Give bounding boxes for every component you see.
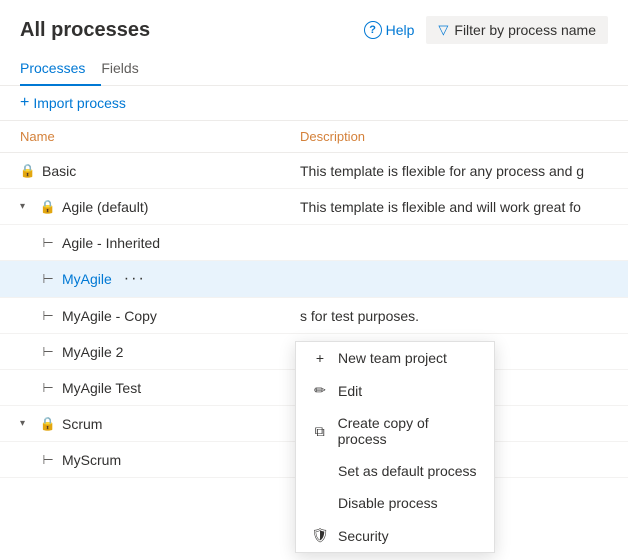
tree-icon: ⊢ [40, 344, 56, 360]
tree-icon: ⊢ [40, 380, 56, 396]
process-name: MyAgile - Copy [62, 308, 157, 324]
lock-icon: 🔒 [40, 199, 56, 215]
menu-item-edit[interactable]: ✏ Edit [296, 374, 494, 407]
filter-icon: ▽ [438, 22, 448, 38]
plus-icon: + [20, 94, 29, 112]
tab-fields[interactable]: Fields [101, 52, 154, 86]
process-row[interactable]: ⊢ MyAgile - Copy s for test purposes. [0, 298, 628, 334]
menu-item-label: Set as default process [338, 463, 477, 479]
import-process-button[interactable]: + Import process [20, 94, 126, 112]
menu-item-set-default[interactable]: Set as default process [296, 455, 494, 487]
plus-icon: + [312, 350, 328, 366]
menu-item-label: Edit [338, 383, 362, 399]
help-icon: ? [364, 21, 382, 39]
process-name: Agile - Inherited [62, 235, 160, 251]
header-actions: ? Help ▽ Filter by process name [364, 16, 608, 44]
edit-icon: ✏ [312, 382, 328, 399]
tab-processes[interactable]: Processes [20, 52, 101, 86]
process-name: MyScrum [62, 452, 121, 468]
process-row[interactable]: ⊢ Agile - Inherited [0, 225, 628, 261]
process-row[interactable]: ▾ 🔒 Agile (default) This template is fle… [0, 189, 628, 225]
lock-icon: 🔒 [20, 163, 36, 179]
name-cell: ⊢ MyAgile 2 [20, 344, 300, 360]
menu-item-create-copy[interactable]: ⧉ Create copy of process [296, 407, 494, 455]
menu-item-security[interactable]: 🛡 Security [296, 519, 494, 552]
menu-item-new-team-project[interactable]: + New team project [296, 342, 494, 374]
page-header: All processes ? Help ▽ Filter by process… [0, 0, 628, 52]
filter-label: Filter by process name [454, 22, 596, 38]
name-cell: ⊢ MyAgile ··· [20, 268, 300, 290]
page-title: All processes [20, 19, 150, 42]
toolbar: + Import process [0, 86, 628, 121]
tree-icon: ⊢ [40, 271, 56, 287]
lock-icon: 🔒 [40, 416, 56, 432]
desc-cell: s for test purposes. [300, 308, 608, 324]
import-label: Import process [33, 95, 126, 111]
chevron-down-icon: ▾ [20, 201, 34, 212]
tree-icon: ⊢ [40, 308, 56, 324]
name-cell: ⊢ MyAgile Test [20, 380, 300, 396]
col-name-header: Name [20, 129, 300, 144]
name-cell: ⊢ Agile - Inherited [20, 235, 300, 251]
name-cell: ⊢ MyAgile - Copy [20, 308, 300, 324]
name-cell: ▾ 🔒 Agile (default) [20, 199, 300, 215]
tree-icon: ⊢ [40, 452, 56, 468]
menu-item-label: Disable process [338, 495, 438, 511]
chevron-down-icon: ▾ [20, 418, 34, 429]
context-menu: + New team project ✏ Edit ⧉ Create copy … [295, 341, 495, 553]
col-desc-header: Description [300, 129, 608, 144]
process-name-myagile[interactable]: MyAgile [62, 271, 112, 287]
name-cell: ▾ 🔒 Scrum [20, 416, 300, 432]
help-label: Help [386, 22, 415, 38]
menu-item-label: Security [338, 528, 389, 544]
process-name: Basic [42, 163, 76, 179]
copy-icon: ⧉ [312, 423, 328, 440]
process-name: Scrum [62, 416, 102, 432]
process-row-myagile[interactable]: ⊢ MyAgile ··· [0, 261, 628, 298]
process-list: 🔒 Basic This template is flexible for an… [0, 153, 628, 478]
name-cell: ⊢ MyScrum [20, 452, 300, 468]
tree-icon: ⊢ [40, 235, 56, 251]
ellipsis-button[interactable]: ··· [118, 268, 152, 290]
process-name: Agile (default) [62, 199, 148, 215]
process-row[interactable]: 🔒 Basic This template is flexible for an… [0, 153, 628, 189]
table-header: Name Description [0, 121, 628, 153]
desc-cell: This template is flexible for any proces… [300, 163, 608, 179]
menu-item-label: New team project [338, 350, 447, 366]
menu-item-disable[interactable]: Disable process [296, 487, 494, 519]
process-name: MyAgile Test [62, 380, 141, 396]
tab-bar: Processes Fields [0, 52, 628, 86]
name-cell: 🔒 Basic [20, 163, 300, 179]
menu-item-label: Create copy of process [338, 415, 478, 447]
process-name: MyAgile 2 [62, 344, 123, 360]
desc-cell: This template is flexible and will work … [300, 199, 608, 215]
help-link[interactable]: ? Help [364, 21, 415, 39]
shield-icon: 🛡 [312, 527, 328, 544]
filter-button[interactable]: ▽ Filter by process name [426, 16, 608, 44]
